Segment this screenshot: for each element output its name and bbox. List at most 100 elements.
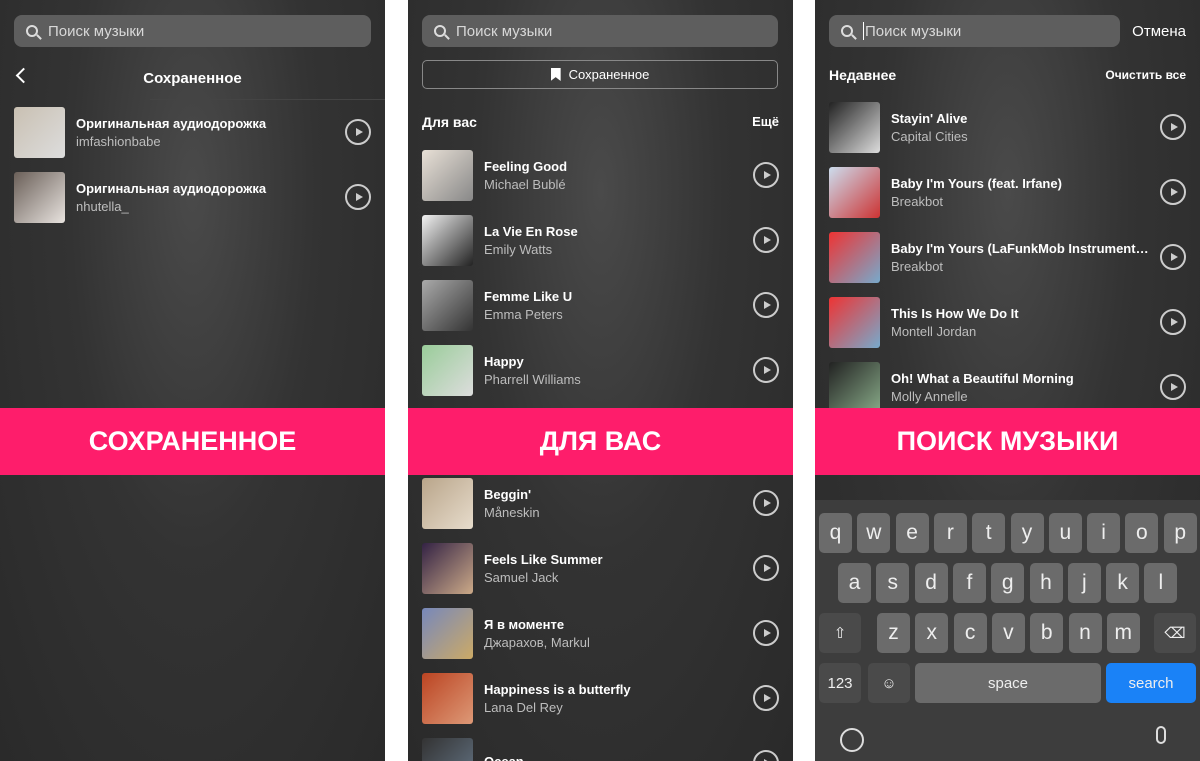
key-h[interactable]: h [1029,563,1063,603]
track-title: Ocean [484,754,743,761]
key-g[interactable]: g [991,563,1025,603]
play-button[interactable] [753,162,779,188]
play-button[interactable] [753,555,779,581]
key-a[interactable]: a [838,563,871,603]
key-n[interactable]: n [1068,613,1102,653]
track-row[interactable]: Feeling Good Michael Bublé [422,149,779,201]
play-button[interactable] [753,750,779,761]
key-t[interactable]: t [972,513,1006,553]
key-e[interactable]: e [895,513,929,553]
track-row[interactable]: Happiness is a butterfly Lana Del Rey [422,672,779,724]
track-artist: Samuel Jack [484,569,559,585]
track-title: Я в моменте [484,616,565,632]
key-d[interactable]: d [914,563,948,603]
track-row[interactable]: Stayin' Alive Capital Cities [829,101,1186,153]
album-cover [422,672,473,724]
track-artist: Måneskin [484,504,540,520]
key-v[interactable]: v [991,613,1025,653]
clear-all-button[interactable]: Очистить все [1105,68,1186,82]
track-artist: Michael Bublé [484,176,566,192]
section-title: Недавнее [829,67,897,83]
track-title: Beggin' [484,486,532,502]
track-row[interactable]: This Is How We Do It Montell Jordan [829,296,1186,348]
search-input[interactable]: Поиск музыки [14,15,371,47]
backspace-key[interactable]: ⌫ [1154,613,1196,653]
key-u[interactable]: u [1048,513,1082,553]
key-p[interactable]: p [1163,513,1197,553]
track-artist: Montell Jordan [891,323,977,339]
track-row[interactable]: Happy Pharrell Williams [422,344,779,396]
play-button[interactable] [1160,179,1186,205]
key-q[interactable]: q [819,513,852,553]
key-j[interactable]: j [1067,563,1101,603]
track-row[interactable]: Ocean [422,737,779,761]
play-button[interactable] [753,227,779,253]
track-artist: Capital Cities [891,128,968,144]
key-m[interactable]: m [1106,613,1140,653]
track-artist: Molly Annelle [891,388,968,404]
album-cover [422,542,473,594]
track-row[interactable]: Feels Like Summer Samuel Jack [422,542,779,594]
key-r[interactable]: r [933,513,967,553]
saved-button[interactable]: Сохраненное [422,60,778,89]
more-link[interactable]: Ещё [752,114,779,129]
track-row[interactable]: La Vie En Rose Emily Watts [422,214,779,266]
play-button[interactable] [753,357,779,383]
play-button[interactable] [345,119,371,145]
microphone-icon[interactable] [1156,726,1166,744]
key-s[interactable]: s [876,563,910,603]
track-row[interactable]: Оригинальная аудиодорожка nhutella_ [14,171,371,223]
search-input[interactable]: Поиск музыки [422,15,778,47]
key-123[interactable]: 123 [819,663,861,703]
search-icon [841,25,853,37]
key-y[interactable]: y [1010,513,1044,553]
globe-icon[interactable] [840,728,864,752]
search-icon [434,25,446,37]
play-button[interactable] [1160,309,1186,335]
play-button[interactable] [753,490,779,516]
key-i[interactable]: i [1087,513,1121,553]
key-c[interactable]: c [953,613,987,653]
track-row[interactable]: Baby I'm Yours (LaFunkMob Instrumenta...… [829,231,1186,283]
key-k[interactable]: k [1106,563,1140,603]
play-button[interactable] [753,620,779,646]
play-button[interactable] [1160,114,1186,140]
key-f[interactable]: f [952,563,986,603]
track-title: Femme Like U [484,288,573,304]
track-artist: Pharrell Williams [484,371,581,387]
play-button[interactable] [1160,374,1186,400]
key-l[interactable]: l [1144,563,1178,603]
album-cover [422,279,473,331]
key-w[interactable]: w [857,513,891,553]
play-button[interactable] [1160,244,1186,270]
track-title: Feeling Good [484,158,568,174]
album-cover [422,477,473,529]
key-x[interactable]: x [915,613,949,653]
emoji-key[interactable]: ☺ [868,663,910,703]
space-key[interactable]: space [915,663,1101,703]
search-key[interactable]: search [1106,663,1196,703]
track-row[interactable]: Я в моменте Джарахов, Markul [422,607,779,659]
key-z[interactable]: z [877,613,910,653]
track-artist: Breakbot [891,258,944,274]
track-row[interactable]: Оригинальная аудиодорожка imfashionbabe [14,106,371,158]
search-input[interactable]: Поиск музыки [829,15,1120,47]
text-cursor [863,22,864,40]
play-button[interactable] [345,184,371,210]
key-b[interactable]: b [1030,613,1064,653]
track-row[interactable]: Baby I'm Yours (feat. Irfane) Breakbot [829,166,1186,218]
key-o[interactable]: o [1125,513,1159,553]
track-row[interactable]: Femme Like U Emma Peters [422,279,779,331]
track-title: Oh! What a Beautiful Morning [891,370,1074,386]
track-title: Happiness is a butterfly [484,681,631,697]
play-button[interactable] [753,685,779,711]
track-row[interactable]: Beggin' Måneskin [422,477,779,529]
album-cover [422,737,473,761]
play-button[interactable] [753,292,779,318]
cancel-button[interactable]: Отмена [1132,23,1186,40]
track-row[interactable]: Oh! What a Beautiful Morning Molly Annel… [829,361,1186,413]
album-cover [829,101,880,153]
search-placeholder: Поиск музыки [456,22,553,40]
shift-key[interactable]: ⇧ [819,613,861,653]
section-title: Для вас [422,114,477,130]
